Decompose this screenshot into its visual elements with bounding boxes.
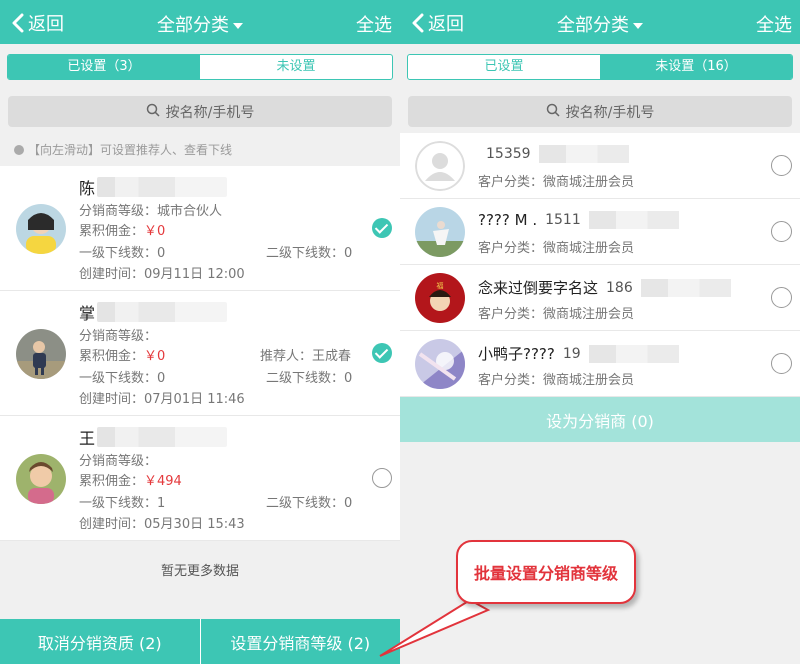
- first-level-row: 一级下线数：1: [79, 496, 166, 511]
- level-text: 分销商等级：: [79, 454, 158, 469]
- redacted-block: [97, 427, 228, 447]
- page-title: 全部分类: [557, 15, 629, 36]
- phone-number: 19: [562, 345, 581, 362]
- customer-name: 15359: [478, 145, 629, 163]
- level-text: 分销商等级：: [79, 329, 158, 344]
- tab-unconfigured[interactable]: 未设置: [200, 55, 392, 79]
- checkbox-unchecked[interactable]: [771, 221, 792, 242]
- status-tabs: 已设置 未设置（16）: [407, 54, 793, 80]
- avatar: [415, 339, 465, 389]
- customer-name: 小鸭子???? 19: [478, 343, 679, 364]
- select-all-button[interactable]: 全选: [756, 11, 792, 37]
- cancel-qualification-button[interactable]: 取消分销资质 (2): [0, 619, 200, 664]
- phone-number: 186: [606, 279, 633, 296]
- redacted-block: [588, 344, 679, 363]
- list-item[interactable]: 福 念来过倒要字名这 186 客户分类：微商城注册会员: [400, 265, 800, 331]
- status-tabs: 已设置（3） 未设置: [7, 54, 393, 80]
- list-item[interactable]: 小鸭子???? 19 客户分类：微商城注册会员: [400, 331, 800, 397]
- second-level-row: 二级下线数：0: [266, 496, 353, 511]
- customer-name: ???? M . 1511: [478, 211, 679, 229]
- avatar: [415, 207, 465, 257]
- created-time: 创建时间：07月01日 11:46: [79, 392, 245, 407]
- commission-row: 累积佣金：￥494: [79, 474, 182, 489]
- search-icon: [146, 103, 160, 121]
- first-level-row: 一级下线数：0: [79, 246, 166, 261]
- checkbox-unchecked[interactable]: [372, 468, 392, 488]
- redacted-block: [97, 177, 228, 197]
- redacted-block: [588, 211, 679, 229]
- checkbox-unchecked[interactable]: [771, 155, 792, 176]
- avatar: [16, 204, 66, 254]
- referrer: 推荐人：王成春: [260, 349, 352, 364]
- list-item[interactable]: 陈 分销商等级：城市合伙人 累积佣金：￥0 一级下线数：0 二级下线数：0 创建…: [0, 166, 400, 291]
- commission-value: ￥494: [144, 474, 182, 489]
- caret-down-icon: [233, 23, 243, 29]
- distributor-list: 陈 分销商等级：城市合伙人 累积佣金：￥0 一级下线数：0 二级下线数：0 创建…: [0, 166, 400, 541]
- member-name: 王: [79, 425, 228, 449]
- customer-category: 客户分类：微商城注册会员: [478, 175, 635, 190]
- second-level-row: 二级下线数：0: [266, 371, 353, 386]
- set-as-distributor-button[interactable]: 设为分销商 (0): [400, 397, 800, 442]
- redacted-block: [97, 302, 228, 322]
- category-dropdown[interactable]: 全部分类: [400, 11, 800, 37]
- customer-list: 15359 客户分类：微商城注册会员 ???? M . 1511 客户分类：微商城…: [400, 133, 800, 397]
- list-item[interactable]: 掌 分销商等级： 累积佣金：￥0 推荐人：王成春 一级下线数：0 二级下线数：0…: [0, 291, 400, 416]
- checkbox-unchecked[interactable]: [771, 353, 792, 374]
- redacted-block: [640, 278, 731, 297]
- created-time: 创建时间：05月30日 15:43: [79, 517, 245, 532]
- first-level-row: 一级下线数：0: [79, 371, 166, 386]
- second-level-row: 二级下线数：0: [266, 246, 353, 261]
- member-name: 陈: [79, 175, 228, 199]
- list-item[interactable]: 王 分销商等级： 累积佣金：￥494 一级下线数：1 二级下线数：0 创建时间：…: [0, 416, 400, 541]
- checkbox-unchecked[interactable]: [771, 287, 792, 308]
- customer-category: 客户分类：微商城注册会员: [478, 241, 635, 256]
- commission-row: 累积佣金：￥0: [79, 349, 166, 364]
- level-text: 分销商等级：城市合伙人: [79, 204, 223, 219]
- top-bar: 返回 全部分类 全选: [400, 0, 800, 44]
- tab-configured[interactable]: 已设置: [408, 55, 600, 79]
- search-input[interactable]: 按名称/手机号: [408, 96, 792, 127]
- search-icon: [546, 103, 560, 121]
- customer-category: 客户分类：微商城注册会员: [478, 373, 635, 388]
- default-avatar-icon: [415, 141, 465, 191]
- avatar: 福: [415, 273, 465, 323]
- page-title: 全部分类: [157, 15, 229, 36]
- caret-down-icon: [633, 23, 643, 29]
- select-all-button[interactable]: 全选: [356, 11, 392, 37]
- annotation-callout: 批量设置分销商等级: [456, 540, 636, 604]
- tab-unconfigured[interactable]: 未设置（16）: [600, 55, 792, 79]
- search-input[interactable]: 按名称/手机号: [8, 96, 392, 127]
- commission-value: ￥0: [144, 349, 166, 364]
- bottom-action-bar: 取消分销资质 (2) 设置分销商等级 (2): [0, 619, 400, 664]
- left-panel: 返回 全部分类 全选 已设置（3） 未设置 按名称/手机号 【向左滑动】可设置推…: [0, 0, 400, 664]
- commission-value: ￥0: [144, 224, 166, 239]
- top-bar: 返回 全部分类 全选: [0, 0, 400, 44]
- customer-category: 客户分类：微商城注册会员: [478, 307, 635, 322]
- list-item[interactable]: 15359 客户分类：微商城注册会员: [400, 133, 800, 199]
- member-name: 掌: [79, 300, 228, 324]
- redacted-block: [538, 145, 629, 163]
- category-dropdown[interactable]: 全部分类: [0, 11, 400, 37]
- phone-number: 15359: [486, 146, 531, 162]
- hint-text: 【向左滑动】可设置推荐人、查看下线: [28, 143, 233, 157]
- info-dot-icon: [14, 144, 24, 155]
- search-placeholder: 按名称/手机号: [565, 104, 655, 121]
- checkbox-checked[interactable]: [372, 218, 392, 238]
- phone-number: 1511: [545, 212, 581, 228]
- created-time: 创建时间：09月11日 12:00: [79, 267, 245, 282]
- svg-text:福: 福: [437, 281, 444, 290]
- tab-configured[interactable]: 已设置（3）: [8, 55, 200, 79]
- swipe-hint: 【向左滑动】可设置推荐人、查看下线: [14, 141, 232, 158]
- no-more-data: 暂无更多数据: [160, 564, 239, 579]
- search-placeholder: 按名称/手机号: [165, 104, 255, 121]
- list-item[interactable]: ???? M . 1511 客户分类：微商城注册会员: [400, 199, 800, 265]
- checkbox-checked[interactable]: [372, 343, 392, 363]
- commission-row: 累积佣金：￥0: [79, 224, 166, 239]
- avatar: [16, 454, 66, 504]
- avatar: [16, 329, 66, 379]
- customer-name: 念来过倒要字名这 186: [478, 277, 731, 298]
